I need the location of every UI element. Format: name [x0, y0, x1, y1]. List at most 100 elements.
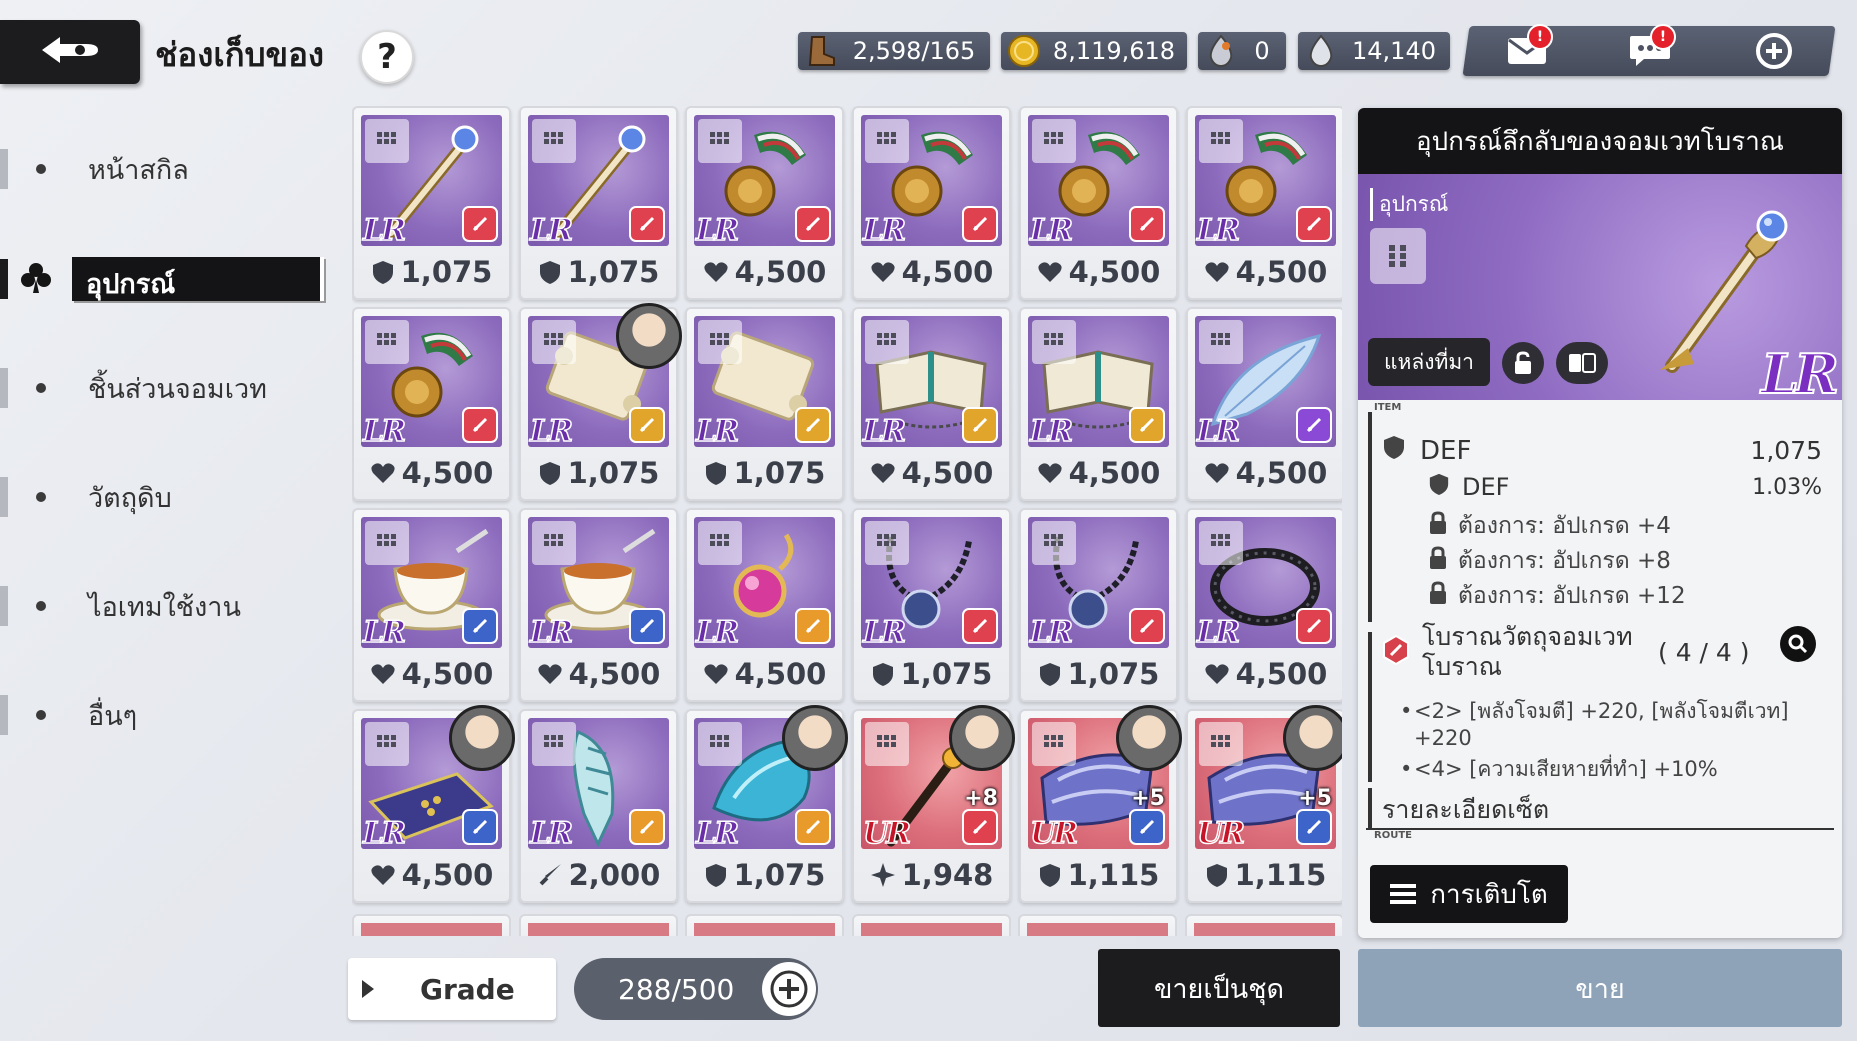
item-card[interactable]: LR 4,500	[1019, 307, 1178, 501]
item-grade: LR	[1029, 212, 1074, 246]
slot-grid-icon	[1032, 722, 1076, 766]
item-card[interactable]: UR +5 1,115	[1186, 705, 1342, 903]
item-card[interactable]: LR 1,075	[519, 303, 682, 501]
item-card[interactable]: LR 1,075	[1019, 508, 1178, 702]
sidebar-marker	[0, 695, 8, 735]
upgrade-level: +5	[1298, 786, 1332, 811]
item-stat-value: 4,500	[734, 255, 827, 289]
item-card[interactable]: LR 2,000	[519, 709, 678, 903]
item-stat-value: 1,075	[567, 456, 660, 490]
partial-item-card[interactable]	[852, 914, 1011, 936]
set-search-button[interactable]	[1780, 626, 1816, 662]
locked-stat-row: ต้องการ: อัปเกรด +8	[1428, 543, 1671, 579]
inventory-grid[interactable]: LR 1,075 LR 1,075 LR 4,500 LR 4,500 LR 4,500 LR 4,5…	[352, 106, 1342, 936]
locked-stat-row: ต้องการ: อัปเกรด +4	[1428, 508, 1671, 544]
item-grade: LR	[695, 815, 740, 849]
item-card[interactable]: LR 4,500	[352, 508, 511, 702]
equipped-character-avatar	[616, 303, 682, 369]
item-card[interactable]: UR +5 1,115	[1019, 705, 1182, 903]
sidebar-item-usable-items[interactable]: ไอเทมใช้งาน	[0, 582, 330, 630]
item-card[interactable]: LR 4,500	[1186, 307, 1342, 501]
item-stat-value: 4,500	[901, 255, 994, 289]
item-stat-value: 1,075	[733, 456, 826, 490]
help-button[interactable]: ?	[360, 30, 414, 84]
item-card[interactable]: LR 4,500	[352, 307, 511, 501]
slot-grid-icon	[532, 320, 576, 364]
item-card[interactable]: LR 1,075	[852, 508, 1011, 702]
item-card[interactable]: UR +8 1,948	[852, 705, 1015, 903]
partial-item-card[interactable]	[352, 914, 511, 936]
item-artwork: LR	[528, 718, 669, 849]
shield-icon	[1038, 661, 1062, 687]
partial-item-card[interactable]	[519, 914, 678, 936]
sidebar-marker	[0, 477, 8, 517]
item-card[interactable]: LR 4,500	[1019, 106, 1178, 300]
item-card[interactable]: LR 4,500	[352, 705, 515, 903]
locked-stat-label: ต้องการ: อัปเกรด +12	[1458, 583, 1686, 609]
item-stat: 4,500	[1188, 252, 1342, 292]
sub-stat-value: 1.03%	[1752, 474, 1822, 500]
item-stat: 1,075	[687, 855, 842, 895]
item-card[interactable]: LR 4,500	[852, 106, 1011, 300]
item-artwork: LR	[694, 115, 835, 246]
item-card[interactable]: LR 4,500	[685, 106, 844, 300]
item-artwork: LR	[528, 115, 669, 246]
back-button[interactable]	[0, 20, 140, 84]
item-stat-value: 4,500	[401, 858, 494, 892]
divider	[1366, 828, 1834, 830]
element-badge-icon	[962, 407, 998, 443]
gold-coin-icon	[1007, 34, 1041, 68]
item-card[interactable]: LR 1,075	[519, 106, 678, 300]
item-card[interactable]: LR 4,500	[852, 307, 1011, 501]
item-artwork: LR	[1028, 517, 1169, 648]
bulk-sell-button[interactable]: ขายเป็นชุด	[1098, 949, 1340, 1027]
item-card[interactable]: LR 1,075	[352, 106, 511, 300]
sell-button[interactable]: ขาย	[1358, 949, 1842, 1027]
item-stat: 4,500	[354, 654, 509, 694]
section-label-item: ITEM	[1374, 402, 1402, 413]
partial-item-card[interactable]	[1018, 914, 1177, 936]
item-stat-value: 1,075	[567, 255, 660, 289]
partial-item-card[interactable]	[685, 914, 844, 936]
source-button[interactable]: แหล่งที่มา	[1368, 338, 1490, 386]
slot-grid-icon	[698, 722, 742, 766]
item-card[interactable]: LR 4,500	[685, 508, 844, 702]
main-stat-row: DEF 1,075	[1382, 434, 1822, 467]
item-stat: 1,948	[854, 855, 1009, 895]
element-badge-icon	[629, 407, 665, 443]
item-card[interactable]: LR 4,500	[1186, 508, 1342, 702]
sidebar-item-equipment[interactable]: อุปกรณ์	[0, 255, 325, 303]
expand-capacity-button[interactable]	[762, 962, 816, 1016]
unlock-icon	[1515, 351, 1531, 374]
item-stat-value: 1,948	[901, 858, 994, 892]
item-stat: 4,500	[854, 453, 1009, 493]
compare-button[interactable]	[1556, 342, 1608, 384]
item-grade: LR	[862, 212, 907, 246]
item-card[interactable]: LR 1,075	[685, 705, 848, 903]
partial-item-card[interactable]	[1185, 914, 1342, 936]
chat-button[interactable]: !	[1620, 24, 1680, 76]
sidebar-item-others[interactable]: อื่นๆ	[0, 691, 330, 739]
lock-toggle-button[interactable]	[1502, 342, 1544, 384]
item-card[interactable]: LR 4,500	[519, 508, 678, 702]
inventory-capacity: 288/500	[574, 958, 818, 1020]
growth-button[interactable]: การเติบโต	[1370, 865, 1568, 923]
grade-sort-button[interactable]: Grade	[348, 958, 556, 1020]
item-grade: LR	[695, 212, 740, 246]
item-card[interactable]: LR 4,500	[1186, 106, 1342, 300]
sidebar-item-grimoire-pieces[interactable]: ชิ้นส่วนจอมเวท	[0, 364, 330, 412]
item-artwork: LR	[528, 517, 669, 648]
menu-button[interactable]	[1744, 30, 1804, 76]
item-card[interactable]: LR 1,075	[685, 307, 844, 501]
item-stat: 1,075	[521, 453, 676, 493]
sidebar-item-materials[interactable]: วัตถุดิบ	[0, 473, 330, 521]
bullet-icon	[36, 383, 46, 393]
element-badge-icon	[1129, 608, 1165, 644]
stamina-value: 2,598/165	[852, 37, 976, 65]
slot-grid-icon	[1199, 119, 1243, 163]
mail-button[interactable]: !	[1497, 24, 1557, 76]
item-artwork: LR	[361, 115, 502, 246]
sidebar-item-skill-pages[interactable]: หน้าสกิล	[0, 145, 330, 193]
set-detail-link[interactable]: รายละเอียดเซ็ต	[1382, 790, 1549, 830]
item-artwork: LR	[361, 517, 502, 648]
